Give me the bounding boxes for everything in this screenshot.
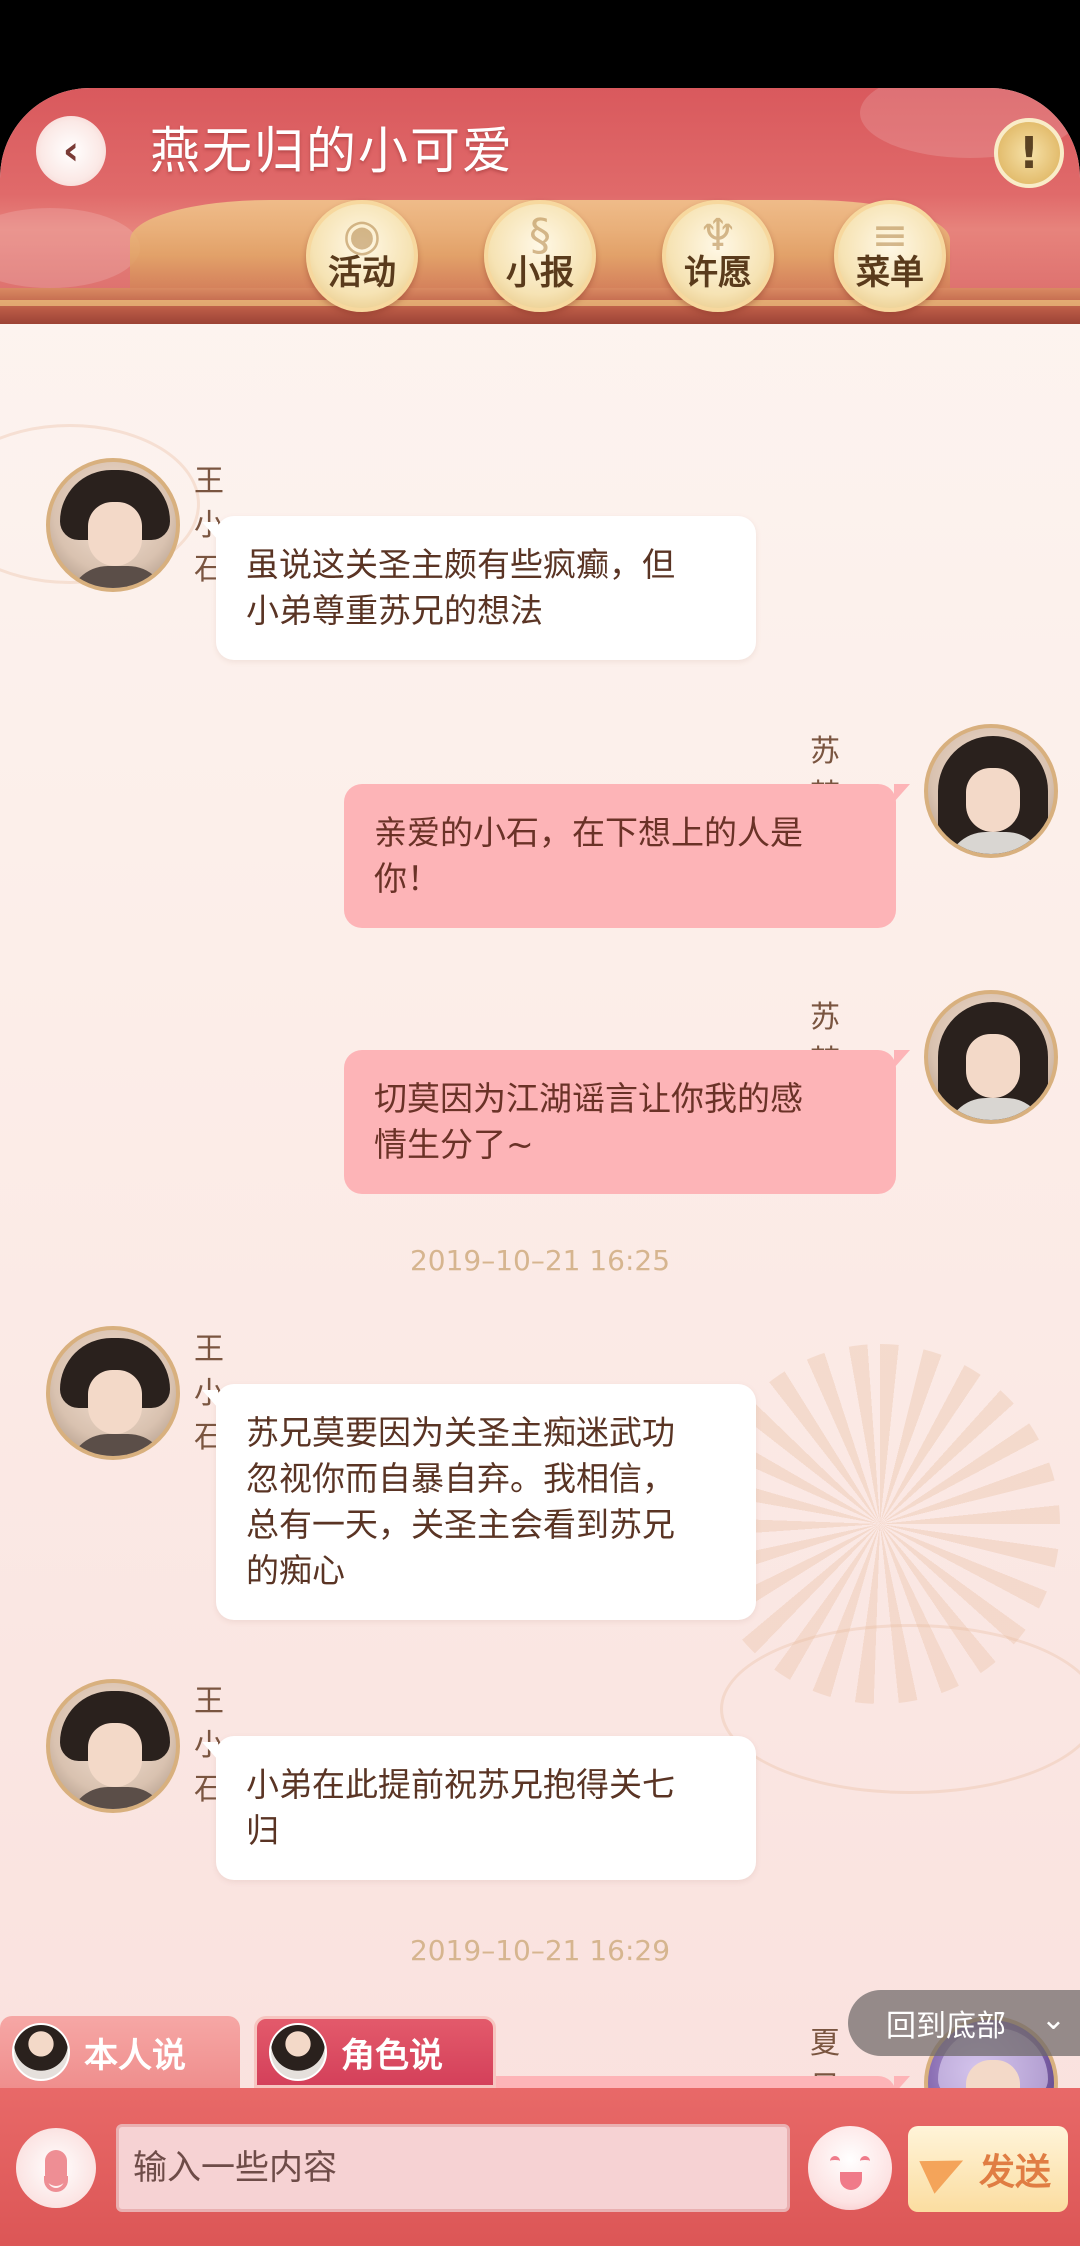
avatar[interactable] (46, 458, 180, 592)
avatar[interactable] (46, 1679, 180, 1813)
emoji-eye-icon (830, 2156, 840, 2166)
input-bar: 发送 (0, 2088, 1080, 2246)
send-label: 发送 (978, 2152, 1051, 2193)
nav-menu-button[interactable]: ≡ 菜单 (834, 200, 946, 312)
microphone-base-icon (44, 2176, 68, 2192)
tab-role-speak[interactable]: 角色说 (254, 2016, 496, 2088)
nav-activity-button[interactable]: ◉ 活动 (306, 200, 418, 312)
nav-news-button[interactable]: § 小报 (484, 200, 596, 312)
avatar[interactable] (924, 990, 1058, 1124)
scroll-to-bottom-label: 回到底部 (886, 2009, 1006, 2044)
nav-label: 小报 (506, 253, 574, 293)
nav-label: 菜单 (856, 253, 924, 293)
chevron-left-icon: ‹ (62, 128, 80, 174)
nav-label: 活动 (328, 253, 396, 293)
scroll-to-bottom-button[interactable]: 回到底部 ⌄ (848, 1990, 1080, 2056)
emoji-mouth-icon (840, 2172, 862, 2190)
chat-app: ‹ 燕无归的小可爱 ! ◉ 活动 § 小报 ♆ 许愿 ≡ 菜单 王 石 虽说这关… (0, 88, 1080, 2246)
paper-plane-icon (919, 2144, 971, 2194)
nav-label: 许愿 (684, 253, 752, 293)
avatar[interactable] (46, 1326, 180, 1460)
exclamation-icon: ! (1018, 127, 1040, 179)
avatar[interactable] (924, 724, 1058, 858)
swirl-decoration (720, 1624, 1080, 1794)
chat-title: 燕无归的小可爱 (150, 122, 514, 180)
avatar (12, 2023, 70, 2081)
voice-button[interactable] (16, 2128, 96, 2208)
message-input[interactable] (116, 2124, 790, 2212)
cloud-decoration (0, 208, 140, 288)
timestamp: 2019–10–21 16:25 (409, 1244, 671, 1277)
chevron-down-icon: ⌄ (1040, 2002, 1066, 2037)
message-bubble: 小弟在此提前祝苏兄抱得关七 归 (202, 1736, 756, 1880)
chat-header: ‹ 燕无归的小可爱 ! ◉ 活动 § 小报 ♆ 许愿 ≡ 菜单 (0, 88, 1080, 324)
tab-label: 角色说 (341, 2035, 443, 2076)
message-bubble: 切莫因为江湖谣言让你我的感 情生分了~ (344, 1050, 910, 1194)
back-button[interactable]: ‹ (36, 116, 106, 186)
message-bubble: 苏兄莫要因为关圣主痴迷武功 忽视你而自暴自弃。我相信， 总有一天，关圣主会看到苏… (202, 1384, 756, 1620)
emoji-eye-icon (860, 2156, 870, 2166)
tab-self-speak[interactable]: 本人说 (0, 2016, 240, 2088)
message-list[interactable]: 王小石 虽说这关圣主颇有些疯癫，但 小弟尊重苏兄的想法 苏梦枕 亲爱的小石，在下… (0, 324, 1080, 2104)
message-bubble: 亲爱的小石，在下想上的人是 你！ (344, 784, 910, 928)
info-button[interactable]: ! (994, 118, 1064, 188)
message-bubble: 虽说这关圣主颇有些疯癫，但 小弟尊重苏兄的想法 (202, 516, 756, 660)
nav-wish-button[interactable]: ♆ 许愿 (662, 200, 774, 312)
send-button[interactable]: 发送 (908, 2126, 1068, 2212)
status-bar-area (0, 0, 1080, 95)
avatar (269, 2023, 327, 2081)
tab-label: 本人说 (84, 2035, 186, 2076)
timestamp: 2019–10–21 16:29 (409, 1934, 671, 1967)
emoji-button[interactable] (808, 2126, 892, 2210)
